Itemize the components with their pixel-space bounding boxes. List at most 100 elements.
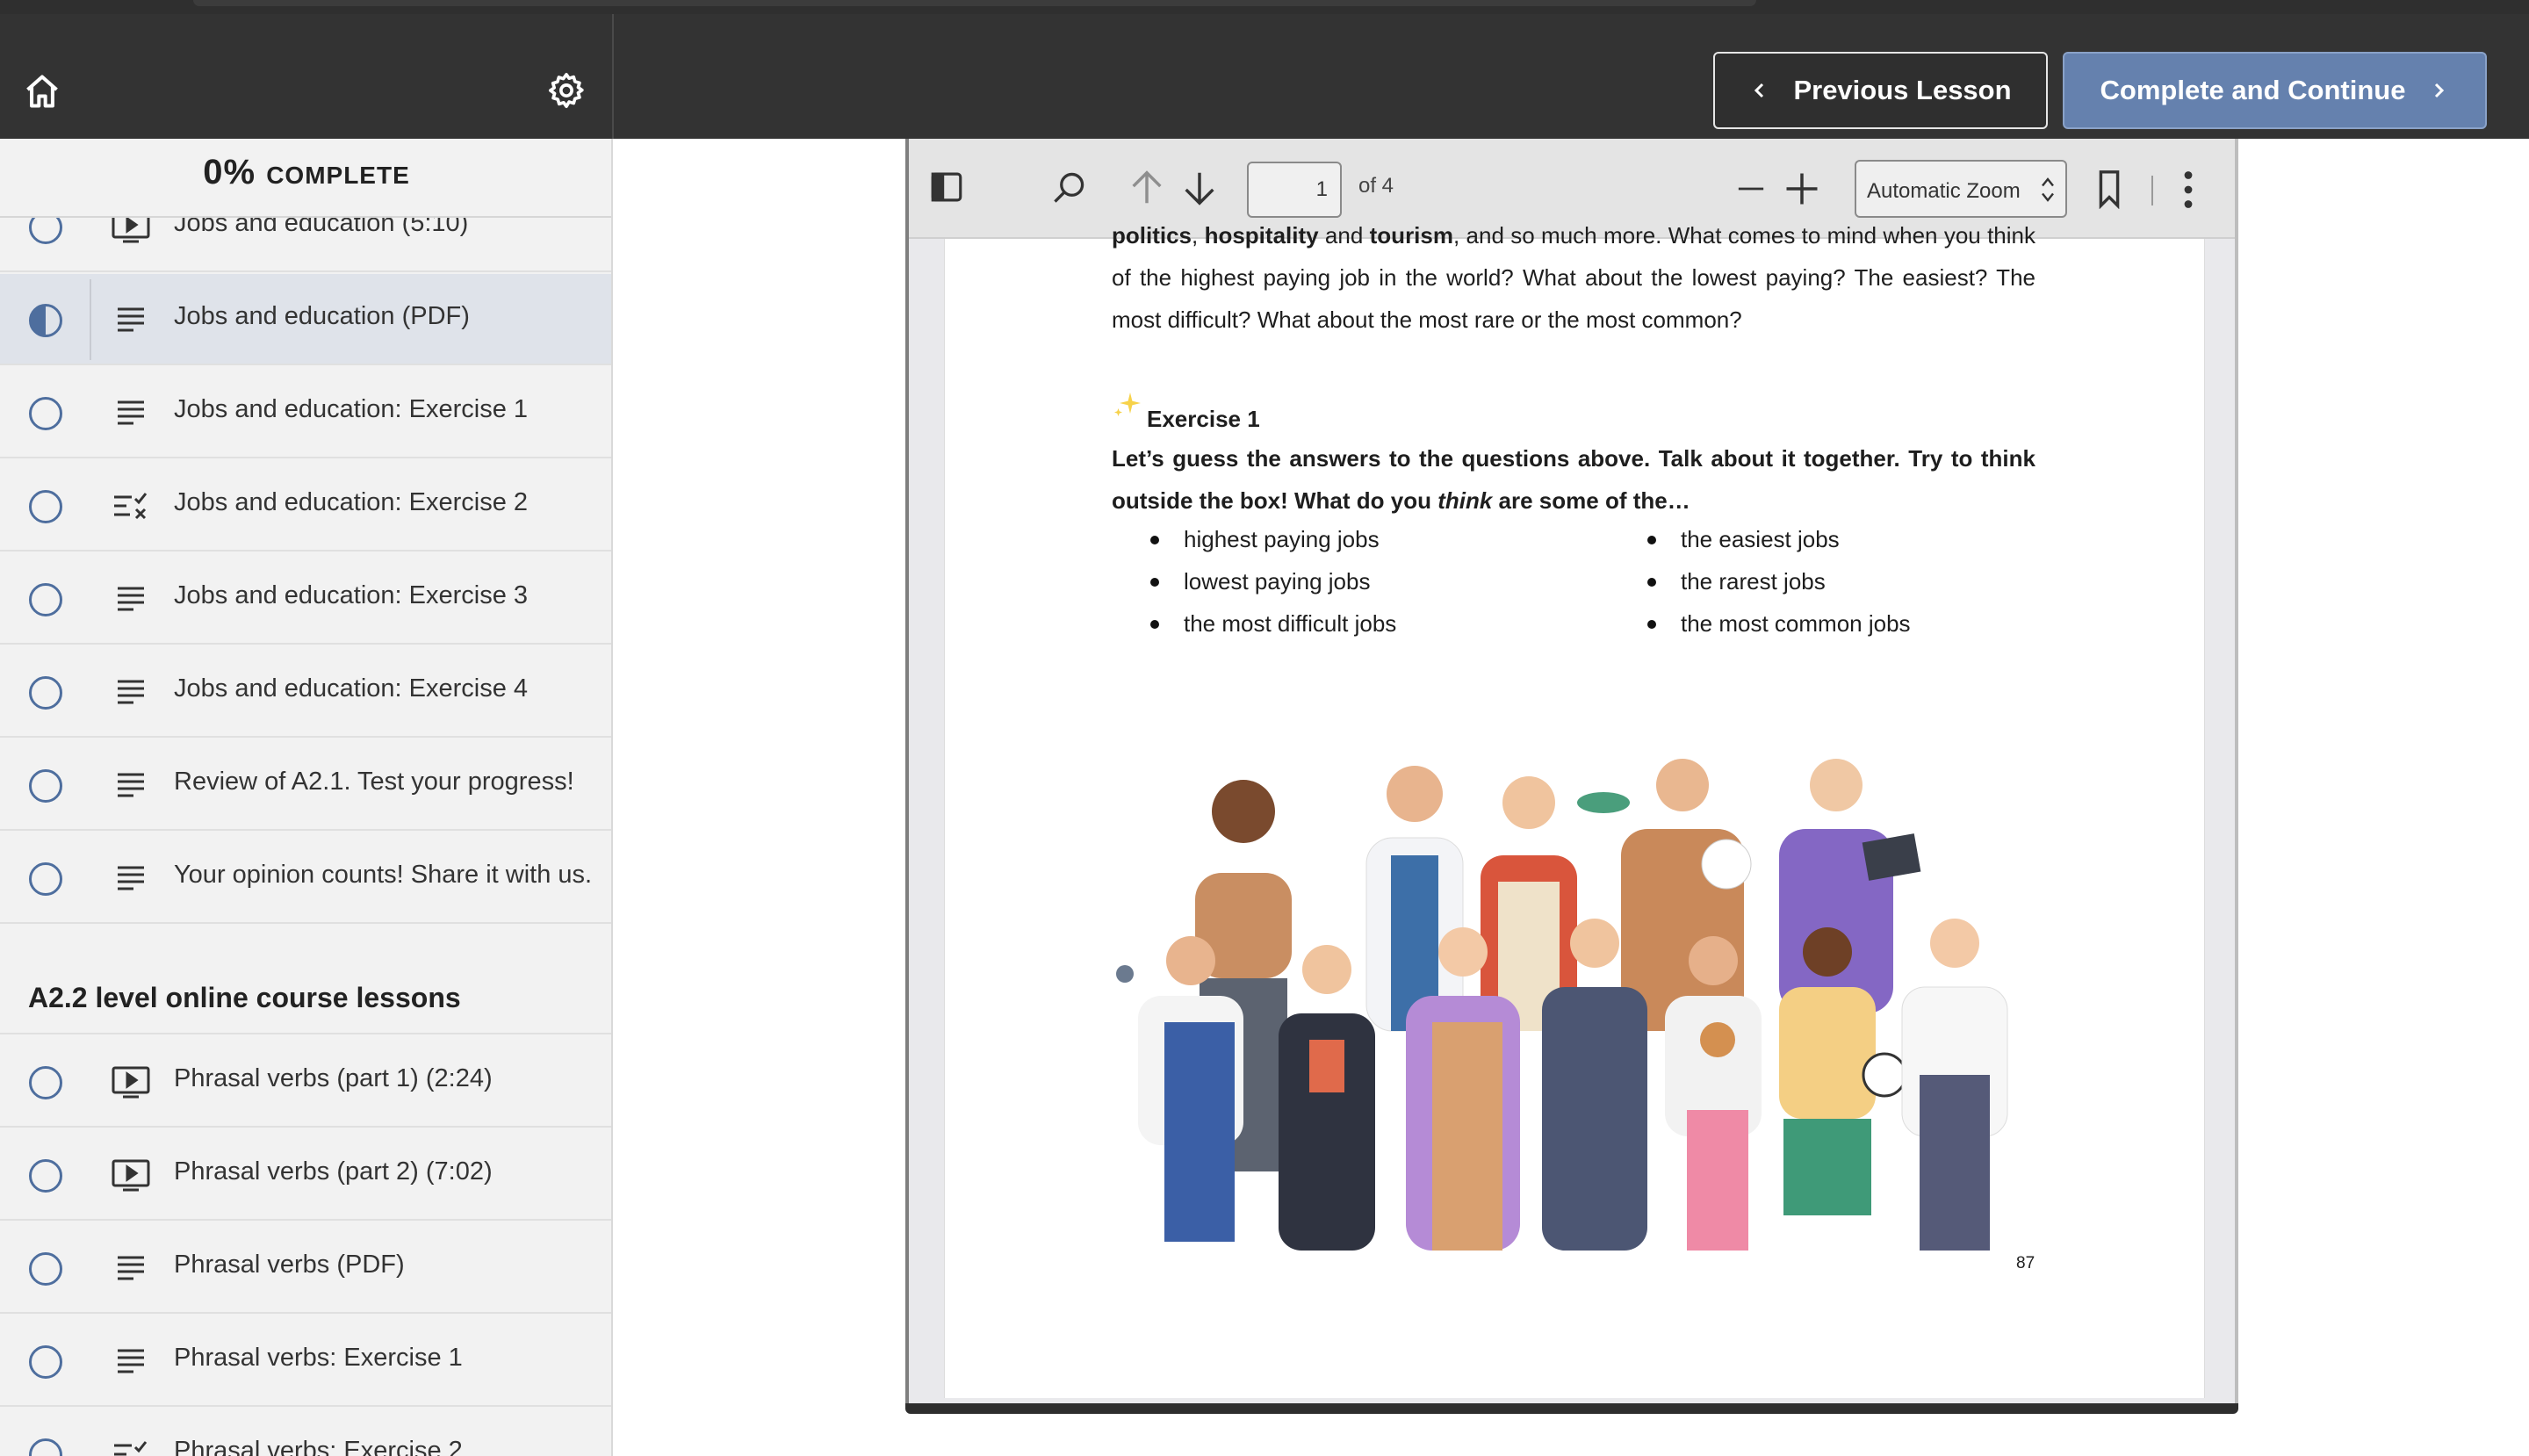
chevron-left-icon xyxy=(1754,83,1764,98)
progress-label: COMPLETE xyxy=(266,162,410,189)
lesson-item-label: Phrasal verbs (PDF) xyxy=(174,1251,405,1279)
intro-and: and xyxy=(1318,222,1370,249)
course-sidebar[interactable]: Jobs and education (5:10) Jobs and educat… xyxy=(0,139,613,1456)
lesson-item[interactable]: Jobs and education: Exercise 1 xyxy=(0,367,611,458)
quiz-icon xyxy=(111,1437,151,1456)
sidebar-toggle-icon[interactable] xyxy=(928,169,965,205)
home-icon[interactable] xyxy=(23,72,61,111)
video-icon xyxy=(111,1064,151,1099)
intro-bold-hospitality: hospitality xyxy=(1204,222,1319,249)
bullet-list-left: highest paying jobs lowest paying jobs the… xyxy=(1147,518,1396,645)
worker-figure xyxy=(1365,766,1464,1032)
bookmark-icon[interactable] xyxy=(2094,169,2124,209)
intro-bold-politics: politics xyxy=(1112,222,1192,249)
lesson-item-label: Jobs and education (PDF) xyxy=(174,302,470,330)
incomplete-status-icon xyxy=(29,1438,62,1456)
lesson-item[interactable]: Jobs and education (PDF) xyxy=(0,274,611,365)
lesson-item[interactable]: Phrasal verbs (PDF) xyxy=(0,1222,611,1314)
zoom-out-icon[interactable] xyxy=(1733,174,1769,204)
lesson-item[interactable]: Review of A2.1. Test your progress! xyxy=(0,739,611,831)
search-icon[interactable] xyxy=(1049,169,1088,207)
incomplete-status-icon xyxy=(29,862,62,896)
lesson-item-label: Jobs and education: Exercise 4 xyxy=(174,674,529,703)
half-complete-status-icon xyxy=(29,304,62,337)
incomplete-status-icon xyxy=(29,1159,62,1193)
select-arrows-icon xyxy=(2042,177,2054,202)
text-lines-icon xyxy=(111,302,151,337)
incomplete-status-icon xyxy=(29,769,62,803)
more-options-icon[interactable] xyxy=(2182,170,2194,209)
chevron-right-icon xyxy=(2435,83,2445,98)
browser-tab-strip xyxy=(193,0,1756,6)
course-header: Previous Lesson Complete and Continue xyxy=(0,14,2529,139)
page-count: of 4 xyxy=(1358,174,1394,198)
lesson-item[interactable]: Jobs and education: Exercise 3 xyxy=(0,553,611,645)
page-number-input[interactable]: 1 xyxy=(1247,162,1342,218)
previous-lesson-label: Previous Lesson xyxy=(1793,75,2012,105)
zoom-select[interactable]: Automatic Zoom xyxy=(1855,160,2067,218)
lesson-item[interactable]: Your opinion counts! Share it with us. xyxy=(0,833,611,924)
previous-lesson-button[interactable]: Previous Lesson xyxy=(1713,52,2048,129)
incomplete-status-icon xyxy=(29,490,62,523)
lesson-item[interactable]: Phrasal verbs: Exercise 2 xyxy=(0,1409,611,1456)
document-page-number: 87 xyxy=(2016,1254,2035,1272)
lesson-item-label: Phrasal verbs: Exercise 2 xyxy=(174,1437,463,1456)
instruction-part2: are some of the… xyxy=(1492,487,1690,514)
lesson-item[interactable]: Phrasal verbs (part 1) (2:24) xyxy=(0,1036,611,1128)
lesson-item[interactable]: Phrasal verbs: Exercise 1 xyxy=(0,1315,611,1407)
pdf-viewer: 1 of 4 Automatic Zoom politics, hospital… xyxy=(905,139,2238,1414)
lesson-item-label: Phrasal verbs: Exercise 1 xyxy=(174,1344,463,1372)
zoom-select-value: Automatic Zoom xyxy=(1867,179,2021,203)
video-icon xyxy=(111,1157,151,1193)
lesson-item[interactable]: Jobs and education: Exercise 2 xyxy=(0,460,611,551)
text-lines-icon xyxy=(111,581,151,616)
section-header: A2.2 level online course lessons xyxy=(0,926,611,1034)
lesson-item-label: Phrasal verbs (part 2) (7:02) xyxy=(174,1157,493,1186)
complete-and-continue-button[interactable]: Complete and Continue xyxy=(2063,52,2487,129)
progress-percent: 0% xyxy=(203,153,256,191)
bullet-list-right: the easiest jobs the rarest jobs the most … xyxy=(1644,518,1911,645)
bullet-item: the easiest jobs xyxy=(1644,518,1911,560)
intro-paragraph: politics, hospitality and tourism, and s… xyxy=(1112,214,2035,341)
worker-figure xyxy=(1901,919,2008,1251)
bullet-item: highest paying jobs xyxy=(1147,518,1396,560)
zoom-in-icon[interactable] xyxy=(1783,170,1820,207)
bullet-item: the most difficult jobs xyxy=(1147,602,1396,645)
incomplete-status-icon xyxy=(29,397,62,430)
lesson-item-label: Jobs and education: Exercise 1 xyxy=(174,395,529,423)
quiz-icon xyxy=(111,488,151,523)
incomplete-status-icon xyxy=(29,1345,62,1379)
text-lines-icon xyxy=(111,1251,151,1286)
exercise-title: Exercise 1 xyxy=(1147,406,1260,432)
incomplete-status-icon xyxy=(29,1066,62,1099)
worker-figure xyxy=(1779,759,1921,1013)
lesson-item[interactable]: Phrasal verbs (part 2) (7:02) xyxy=(0,1129,611,1221)
bullet-item: the most common jobs xyxy=(1644,602,1911,645)
instruction-italic: think xyxy=(1437,487,1493,514)
gear-icon[interactable] xyxy=(546,70,587,111)
section-title: A2.2 level online course lessons xyxy=(28,982,461,1013)
bullet-item: lowest paying jobs xyxy=(1147,560,1396,602)
lesson-item-label: Jobs and education: Exercise 2 xyxy=(174,488,529,516)
text-lines-icon xyxy=(111,1344,151,1379)
sparkle-icon xyxy=(1114,393,1141,416)
arrow-up-icon[interactable] xyxy=(1127,167,1167,209)
course-progress: 0% COMPLETE xyxy=(0,139,611,218)
text-lines-icon xyxy=(111,674,151,710)
lesson-item-label: Phrasal verbs (part 1) (2:24) xyxy=(174,1064,493,1092)
intro-bold-tourism: tourism xyxy=(1369,222,1453,249)
worker-figure xyxy=(1621,759,1752,1031)
header-divider xyxy=(612,14,614,139)
text-lines-icon xyxy=(111,395,151,430)
lesson-item-label: Your opinion counts! Share it with us. xyxy=(174,861,593,889)
incomplete-status-icon xyxy=(29,676,62,710)
lesson-item-label: Review of A2.1. Test your progress! xyxy=(174,768,574,796)
complete-and-continue-label: Complete and Continue xyxy=(2100,75,2406,105)
lesson-item-label: Jobs and education: Exercise 3 xyxy=(174,581,529,609)
incomplete-status-icon xyxy=(29,583,62,616)
intro-sep: , xyxy=(1192,222,1205,249)
browser-top-strip xyxy=(0,0,2529,14)
arrow-down-icon[interactable] xyxy=(1179,167,1220,209)
worker-figure xyxy=(1279,945,1375,1251)
lesson-item[interactable]: Jobs and education: Exercise 4 xyxy=(0,646,611,738)
